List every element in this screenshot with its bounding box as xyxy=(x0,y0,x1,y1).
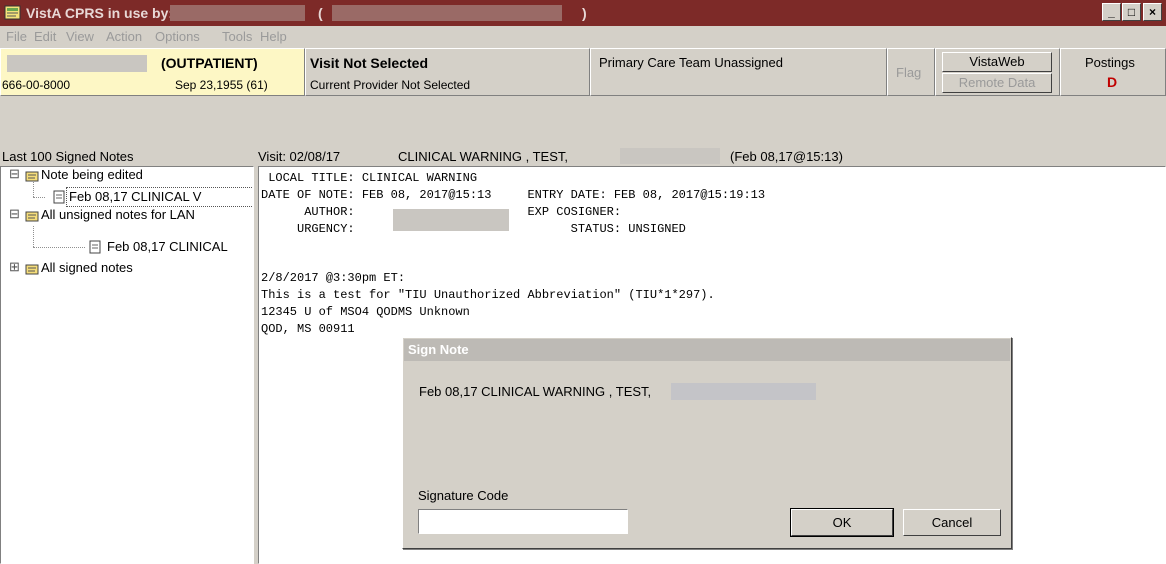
menu-options[interactable]: Options xyxy=(155,29,200,44)
redacted-author xyxy=(393,209,509,231)
note-line: 12345 U of MSO4 QODMS Unknown xyxy=(261,305,470,319)
patient-info-panel[interactable]: (OUTPATIENT) 666-00-8000 Sep 23,1955 (61… xyxy=(0,48,305,96)
tree-line xyxy=(33,182,34,197)
window-title: VistA CPRS in use by: xyxy=(26,5,174,21)
primary-care-team: Primary Care Team Unassigned xyxy=(599,55,783,70)
primary-care-team-panel[interactable]: Primary Care Team Unassigned xyxy=(590,48,887,96)
note-document-icon xyxy=(89,240,101,254)
expand-icon[interactable]: ⊞ xyxy=(9,259,20,275)
note-line: DATE OF NOTE: FEB 08, 2017@15:13 ENTRY D… xyxy=(261,188,766,202)
redacted-patient-name xyxy=(620,148,720,164)
postings-value: D xyxy=(1107,74,1118,90)
title-paren-close: ) xyxy=(582,5,587,21)
notes-tree: ⊟ Note being edited Feb 08,17 CLINICAL V… xyxy=(0,166,254,564)
tree-item-selected-note-label: Feb 08,17 CLINICAL V xyxy=(69,189,202,204)
tree-line xyxy=(33,247,85,248)
vistaweb-panel: VistaWeb Remote Data xyxy=(935,48,1060,96)
redacted-patient-name xyxy=(7,55,147,72)
visit-title: Visit Not Selected xyxy=(310,55,429,71)
close-button[interactable]: × xyxy=(1143,3,1162,21)
patient-dob: Sep 23,1955 (61) xyxy=(175,78,268,92)
note-group-icon xyxy=(25,211,39,222)
notes-list-title: Last 100 Signed Notes xyxy=(2,149,134,164)
dialog-title-bar[interactable]: Sign Note xyxy=(404,339,1010,361)
ok-button[interactable]: OK xyxy=(790,508,894,537)
redacted-location xyxy=(332,5,562,21)
sign-note-dialog: Sign Note Feb 08,17 CLINICAL WARNING , T… xyxy=(402,337,1012,549)
notes-list-header: Last 100 Signed Notes xyxy=(0,146,254,166)
flag-button[interactable]: Flag xyxy=(887,48,935,96)
visit-provider: Current Provider Not Selected xyxy=(310,78,471,92)
note-group-icon xyxy=(25,171,39,182)
menu-help[interactable]: Help xyxy=(260,29,287,44)
signature-code-label: Signature Code xyxy=(418,488,509,503)
postings-label: Postings xyxy=(1085,55,1135,70)
note-view-header: Visit: 02/08/17 CLINICAL WARNING , TEST,… xyxy=(258,146,1166,166)
menu-edit[interactable]: Edit xyxy=(34,29,56,44)
tree-item-signed-notes[interactable]: All signed notes xyxy=(41,260,133,275)
note-line: 2/8/2017 @3:30pm ET: xyxy=(261,271,406,285)
minimize-button[interactable]: _ xyxy=(1102,3,1121,21)
tree-item-note-being-edited[interactable]: Note being edited xyxy=(41,167,143,182)
patient-header: (OUTPATIENT) 666-00-8000 Sep 23,1955 (61… xyxy=(0,48,1166,144)
postings-button[interactable]: Postings D xyxy=(1060,48,1166,96)
dialog-title: Sign Note xyxy=(408,342,469,357)
note-line: This is a test for "TIU Unauthorized Abb… xyxy=(261,288,715,302)
collapse-icon[interactable]: ⊟ xyxy=(9,206,20,222)
cancel-button[interactable]: Cancel xyxy=(903,509,1001,536)
menu-tools[interactable]: Tools xyxy=(222,29,252,44)
title-paren-open: ( xyxy=(318,5,323,21)
tree-item-unsigned-note[interactable]: Feb 08,17 CLINICAL xyxy=(107,239,228,254)
patient-ssn: 666-00-8000 xyxy=(2,78,71,92)
note-time: (Feb 08,17@15:13) xyxy=(730,149,843,164)
cprs-app-icon xyxy=(4,5,21,20)
redacted-patient-name xyxy=(671,383,816,400)
note-line: LOCAL TITLE: CLINICAL WARNING xyxy=(261,171,478,185)
note-document-icon xyxy=(53,190,65,204)
signature-code-input[interactable] xyxy=(418,509,628,534)
remote-data-button[interactable]: Remote Data xyxy=(942,73,1052,93)
visit-panel[interactable]: Visit Not Selected Current Provider Not … xyxy=(305,48,590,96)
collapse-icon[interactable]: ⊟ xyxy=(9,167,20,182)
vistaweb-button[interactable]: VistaWeb xyxy=(942,52,1052,72)
tree-item-unsigned-notes[interactable]: All unsigned notes for LAN xyxy=(41,207,195,222)
note-group-icon xyxy=(25,264,39,275)
tree-line xyxy=(33,197,45,198)
menu-view[interactable]: View xyxy=(66,29,94,44)
note-line: QOD, MS 00911 xyxy=(261,322,355,336)
flag-label: Flag xyxy=(896,65,922,80)
menu-bar: File Edit View Action Options Tools Help xyxy=(0,26,1166,46)
menu-file[interactable]: File xyxy=(6,29,27,44)
visit-date: Visit: 02/08/17 xyxy=(258,149,341,164)
tree-line xyxy=(33,226,34,247)
menu-action[interactable]: Action xyxy=(106,29,142,44)
dialog-note-label: Feb 08,17 CLINICAL WARNING , TEST, xyxy=(419,384,652,399)
redacted-user-name xyxy=(170,5,305,21)
title-bar[interactable]: VistA CPRS in use by: ( ) _ □ × xyxy=(0,0,1166,26)
tree-item-selected-note[interactable]: Feb 08,17 CLINICAL V xyxy=(66,187,253,207)
maximize-button[interactable]: □ xyxy=(1122,3,1141,21)
patient-status: (OUTPATIENT) xyxy=(161,55,258,71)
note-title: CLINICAL WARNING , TEST, xyxy=(398,149,568,164)
